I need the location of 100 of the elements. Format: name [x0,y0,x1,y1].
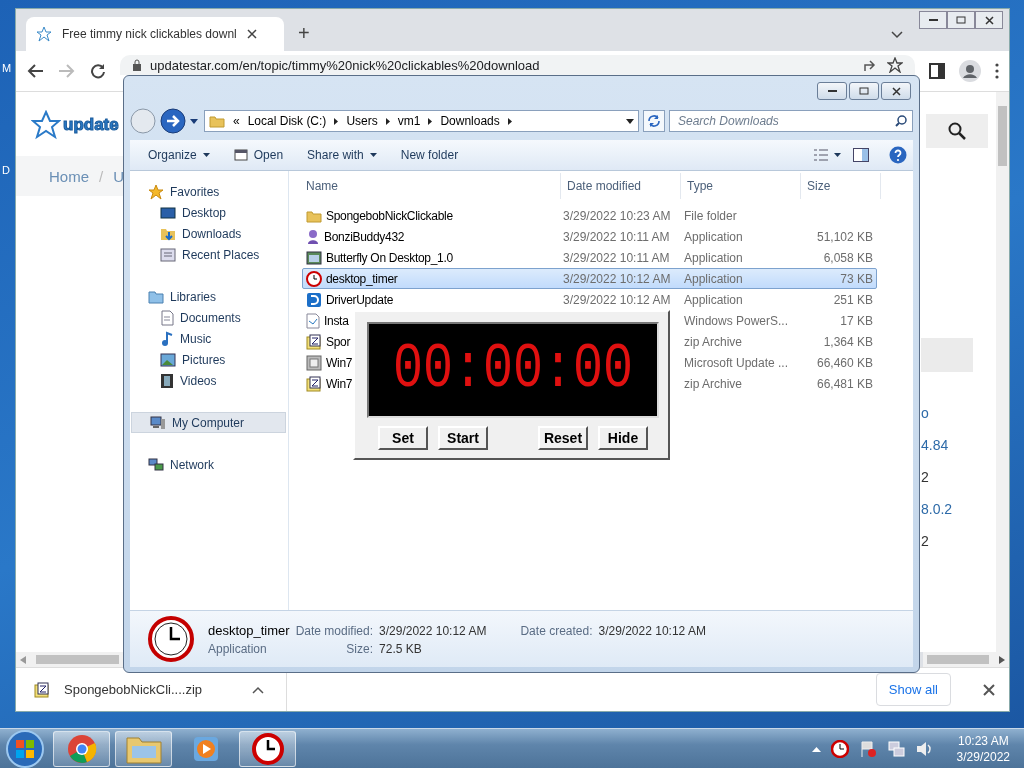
path-segment[interactable]: vm1 [397,114,421,128]
volume-icon[interactable] [914,739,933,758]
caret-down-icon [369,153,377,157]
date-cell-text: 3/29/2022 10:11 AM [562,229,671,244]
bookmark-star-icon[interactable] [887,57,903,73]
network-icon[interactable] [886,739,905,758]
close-icon[interactable] [246,29,257,39]
breadcrumb-arrow-icon[interactable] [385,117,390,125]
path-segment[interactable]: Local Disk (C:) [247,114,327,128]
type-cell-text: Application [683,229,744,244]
toolbar-button[interactable]: New folder [388,143,471,167]
nav-item[interactable]: Videos [130,370,285,391]
nav-item[interactable]: Recent Places [130,244,285,265]
reload-icon[interactable] [90,63,106,79]
show-hidden-icons-icon[interactable] [811,745,821,752]
minimize-button[interactable] [817,82,847,100]
nav-item[interactable]: Downloads [130,223,285,244]
taskbar-button[interactable] [115,730,172,767]
nav-item[interactable]: Documents [130,307,285,328]
size-cell-text: 73 KB [839,271,874,286]
chevron-down-icon[interactable] [891,31,903,39]
browser-tab[interactable]: Free timmy nick clickables downl [26,17,284,51]
breadcrumb-arrow-icon[interactable] [428,117,433,125]
dropdown-arrow-icon[interactable] [190,118,198,124]
file-row[interactable]: BonziBuddy432 3/29/2022 10:11 AM Application 51,102 KB [302,226,877,247]
type-cell-text: Windows PowerS... [683,313,790,328]
breadcrumb-arrow-icon[interactable] [507,117,512,125]
breadcrumb-arrow-icon[interactable] [334,117,339,125]
restore-icon [956,16,966,24]
nav-item[interactable]: Libraries [130,286,285,307]
flag-icon[interactable] [858,739,877,758]
column-header[interactable]: Size [801,173,881,199]
nav-item[interactable]: Desktop [130,202,285,223]
profile-icon[interactable] [959,60,981,82]
toolbar-button[interactable]: Organize [136,143,222,167]
file-row[interactable]: SpongebobNickClickable 3/29/2022 10:23 AM File folder [302,205,877,226]
file-row[interactable]: Butterfly On Desktop_1.0 3/29/2022 10:11 AM Application 6,058 KB [302,247,877,268]
search-button[interactable] [926,114,988,148]
minimize-button[interactable] [919,11,947,29]
detail-value: 3/29/2022 10:12 AM [598,623,706,638]
column-header[interactable]: Date modified [561,173,681,199]
nav-item[interactable]: Favorites [130,181,285,202]
refresh-button[interactable] [643,110,665,132]
forward-button-icon[interactable] [160,108,186,134]
star-logo-icon [31,110,61,140]
media-player-icon [191,734,220,763]
timer-button[interactable]: Start [438,426,488,450]
script-file-icon [306,312,320,329]
nav-item[interactable]: Network [130,454,285,475]
site-logo[interactable]: update [63,115,119,135]
path-segment[interactable]: Downloads [440,114,500,128]
file-row[interactable]: DriverUpdate 3/29/2022 10:12 AM Application 251 KB [302,289,877,310]
search-field[interactable]: Search Downloads [669,110,913,132]
taskbar-button[interactable] [239,730,296,767]
back-icon[interactable] [26,63,44,79]
music-note-icon [160,330,174,347]
menu-icon[interactable] [995,63,999,79]
caret-up-icon[interactable] [252,685,265,694]
libraries-icon [148,289,164,304]
preview-pane-icon[interactable] [853,148,869,162]
download-file-name[interactable]: SpongebobNickCli....zip [64,682,203,697]
link-text[interactable]: 4.84 [921,437,973,469]
taskbar-button[interactable] [53,730,110,767]
address-field[interactable]: updatestar.com/en/topic/timmy%20nick%20clickables%20download [120,55,915,75]
link-text[interactable]: o [921,405,973,437]
timer-button[interactable]: Hide [598,426,648,450]
close-icon[interactable] [983,683,995,696]
dropdown-arrow-icon[interactable] [626,118,634,124]
new-tab-button[interactable]: + [292,22,316,51]
show-all-button[interactable]: Show all [875,673,951,706]
column-header[interactable]: Type [681,173,801,199]
help-icon[interactable] [889,146,907,164]
path-overflow[interactable]: « [233,114,240,128]
horizontal-scrollbar[interactable] [16,652,123,667]
address-bar[interactable]: « Local Disk (C:) Users vm1 Downloads [204,110,639,132]
toolbar-button[interactable]: Share with [295,143,389,167]
nav-item[interactable]: Music [130,328,285,349]
nav-item[interactable]: Pictures [130,349,285,370]
link-text[interactable]: 8.0.2 [921,501,973,533]
side-panel-icon[interactable] [929,63,945,79]
nav-item[interactable]: My Computer [131,412,286,433]
clock-icon [306,270,322,287]
file-row[interactable]: desktop_timer 3/29/2022 10:12 AM Application 73 KB [302,268,877,289]
type-cell-text: File folder [683,208,738,223]
toolbar-button[interactable]: Open [221,143,296,167]
timer-button[interactable]: Set [378,426,428,450]
path-segment[interactable]: Users [346,114,378,128]
clock[interactable]: 10:23 AM 3/29/2022 [956,732,1010,765]
column-header[interactable]: Name [289,173,561,199]
close-button[interactable] [975,11,1003,29]
file-name: BonziBuddy432 [324,229,405,244]
date-cell-text: 3/29/2022 10:11 AM [562,250,671,265]
vertical-scrollbar[interactable] [996,92,1009,652]
chrome-icon [66,733,97,764]
close-button[interactable] [881,82,911,100]
timer-button[interactable]: Reset [538,426,588,450]
maximize-button[interactable] [849,82,879,100]
clock-icon[interactable] [830,739,849,758]
scroll-right-icon [999,655,1005,664]
horizontal-scrollbar[interactable] [923,652,1009,667]
